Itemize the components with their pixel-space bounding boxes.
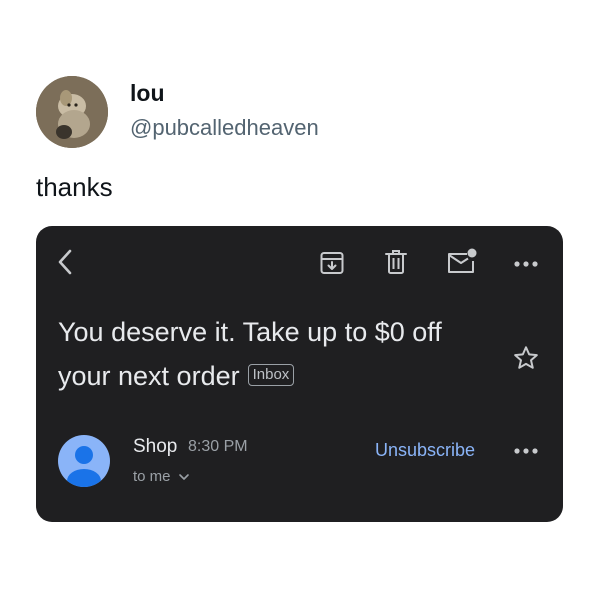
archive-icon[interactable] — [319, 250, 345, 276]
recipient-details[interactable]: to me — [133, 468, 190, 485]
sender-avatar[interactable] — [58, 435, 110, 487]
recipient-label: to me — [133, 468, 171, 485]
subject-line-2: your next order — [58, 361, 240, 391]
mail-unread-icon[interactable] — [446, 246, 478, 276]
inbox-label-chip[interactable]: Inbox — [247, 363, 295, 386]
tweet-text: thanks — [36, 172, 113, 202]
email-timestamp: 8:30 PM — [188, 438, 248, 455]
sender-name[interactable]: Shop — [133, 436, 177, 458]
dog-portrait-image — [36, 76, 108, 148]
chevron-down-icon — [178, 474, 189, 480]
person-icon — [67, 446, 101, 487]
more-horizontal-icon[interactable] — [512, 254, 540, 274]
star-icon[interactable] — [512, 344, 540, 372]
email-screenshot: You deserve it. Take up to $0 off your n… — [36, 226, 563, 522]
more-options-icon[interactable] — [512, 441, 540, 461]
subject-line-1: You deserve it. Take up to $0 off — [58, 317, 442, 347]
author-handle[interactable]: @pubcalledheaven — [130, 115, 319, 141]
unsubscribe-link[interactable]: Unsubscribe — [375, 440, 475, 461]
author-avatar[interactable] — [36, 76, 108, 148]
chevron-left-icon[interactable] — [54, 246, 78, 278]
trash-icon[interactable] — [383, 248, 409, 276]
email-subject: You deserve it. Take up to $0 off your n… — [58, 310, 498, 398]
author-name[interactable]: lou — [130, 80, 165, 107]
